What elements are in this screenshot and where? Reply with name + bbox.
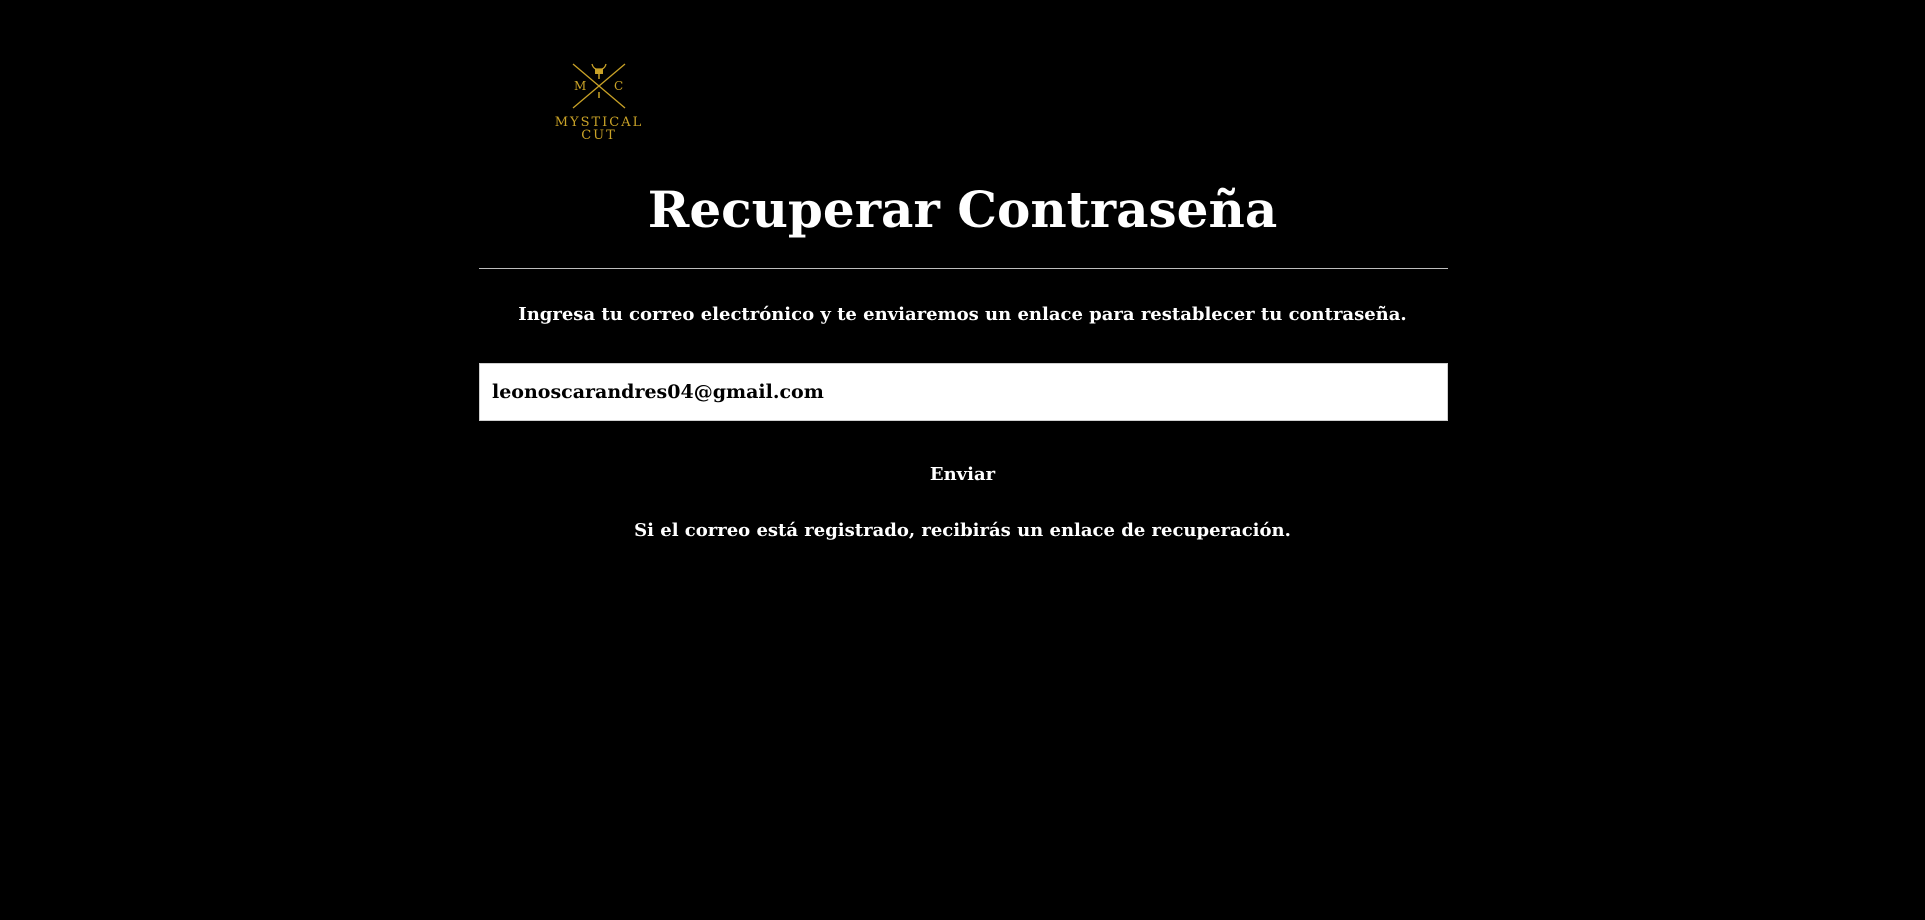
brand-logo[interactable]: M C MYSTICAL CUT (548, 58, 650, 148)
logo-letter-m: M (574, 79, 587, 93)
status-message: Si el correo está registrado, recibirás … (634, 520, 1291, 541)
instructions-text: Ingresa tu correo electrónico y te envia… (518, 304, 1407, 325)
email-field[interactable] (479, 363, 1448, 421)
title-divider (479, 268, 1448, 269)
submit-button[interactable]: Enviar (892, 459, 1033, 491)
logo-letter-c: C (614, 79, 624, 93)
password-recovery-page: M C MYSTICAL CUT Recuperar Contraseña In… (0, 0, 1925, 920)
logo-text-cut: CUT (581, 128, 617, 143)
page-title: Recuperar Contraseña (647, 180, 1278, 239)
crossed-swords-icon (572, 63, 626, 109)
